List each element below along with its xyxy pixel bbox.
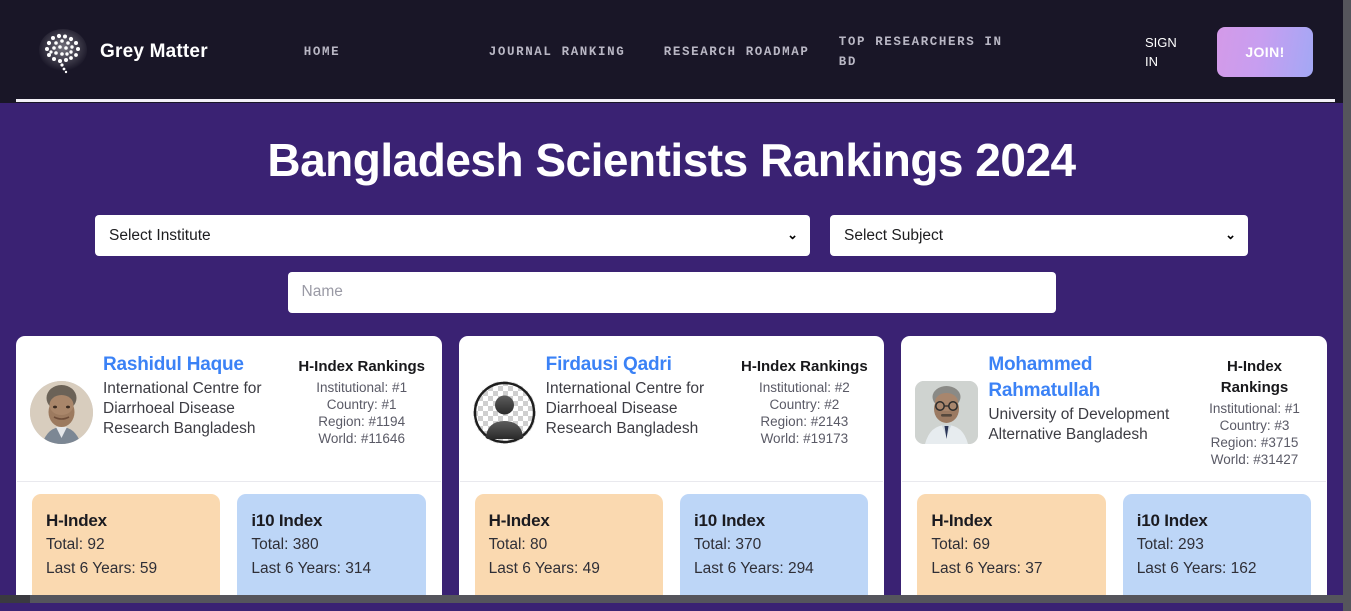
i10-index-last6: Last 6 Years: 314 [251, 559, 372, 577]
ranking-institutional: Institutional: #1 [316, 379, 408, 395]
h-index-stat-box: H-Index Total: 69 Last 6 Years: 37 [917, 493, 1106, 603]
institute-select-wrapper: Select Institute ⌄ [95, 214, 810, 256]
h-index-title: H-Index [46, 510, 107, 530]
horizontal-scrollbar-thumb[interactable] [0, 595, 30, 603]
h-index-rankings: H-Index Rankings Institutional: #1 Count… [296, 350, 428, 447]
person-name-link[interactable]: Mohammed Rahmatullah [988, 352, 1186, 404]
ranking-world: World: #31427 [1210, 451, 1299, 467]
scientist-card[interactable]: Firdausi Qadri International Centre for … [458, 335, 885, 603]
navbar: Grey Matter HOME JOURNAL RANKING RESEARC… [0, 0, 1343, 103]
card-header: Rashidul Haque International Centre for … [16, 336, 442, 481]
person-info: Firdausi Qadri International Centre for … [546, 350, 729, 439]
placeholder-avatar [472, 380, 536, 444]
brand-name: Grey Matter [100, 40, 208, 62]
ranking-region: Region: #2143 [760, 413, 849, 429]
rankings-title: H-Index Rankings [741, 357, 868, 375]
photo-avatar [30, 380, 93, 444]
i10-index-last6: Last 6 Years: 294 [694, 559, 814, 577]
scientist-card[interactable]: Mohammed Rahmatullah University of Devel… [901, 335, 1328, 603]
person-name-link[interactable]: Firdausi Qadri [546, 352, 729, 378]
person-name-link[interactable]: Rashidul Haque [103, 352, 286, 378]
person-info: Rashidul Haque International Centre for … [103, 350, 286, 439]
h-index-last6: Last 6 Years: 59 [46, 559, 158, 577]
i10-index-total: Total: 293 [1136, 535, 1204, 553]
rankings-title: H-Index Rankings [298, 357, 426, 375]
horizontal-scrollbar[interactable] [0, 595, 1343, 603]
scientist-card-list: Rashidul Haque International Centre for … [0, 313, 1343, 603]
join-button[interactable]: JOIN! [1217, 26, 1313, 77]
ranking-country: Country: #2 [769, 396, 840, 412]
card-header: Mohammed Rahmatullah University of Devel… [901, 336, 1327, 481]
person-affiliation: International Centre for Diarrhoeal Dise… [545, 379, 705, 437]
person-affiliation: University of Development Alternative Ba… [988, 405, 1170, 443]
nav-right-actions: SIGN IN JOIN! [1145, 26, 1343, 77]
nav-item-top-researchers-in-bd[interactable]: TOP RESEARCHERS IN BD [839, 32, 1024, 72]
person-affiliation: International Centre for Diarrhoeal Dise… [103, 379, 262, 437]
nav-links: HOME JOURNAL RANKING RESEARCH ROADMAP TO… [208, 32, 1145, 72]
h-index-rankings: H-Index Rankings Institutional: #1 Count… [1196, 350, 1313, 468]
h-index-stat-box: H-Index Total: 92 Last 6 Years: 59 [32, 493, 221, 603]
scientist-card[interactable]: Rashidul Haque International Centre for … [16, 335, 442, 603]
i10-index-stat-box: i10 Index Total: 293 Last 6 Years: 162 [1122, 493, 1312, 603]
photo-avatar [915, 380, 979, 444]
i10-index-title: i10 Index [251, 510, 323, 530]
person-info: Mohammed Rahmatullah University of Devel… [988, 350, 1186, 445]
h-index-total: Total: 69 [931, 535, 990, 553]
ranking-country: Country: #1 [326, 396, 397, 412]
page-title: Bangladesh Scientists Rankings 2024 [267, 134, 1076, 186]
i10-index-title: i10 Index [1136, 510, 1208, 530]
sign-in-link[interactable]: SIGN IN [1145, 33, 1187, 71]
ranking-region: Region: #3715 [1210, 434, 1299, 450]
ranking-world: World: #11646 [318, 430, 405, 446]
card-header: Firdausi Qadri International Centre for … [459, 336, 885, 481]
subject-select-wrapper: Select Subject ⌄ [830, 214, 1248, 256]
ranking-region: Region: #1194 [318, 413, 406, 429]
institute-select[interactable]: Select Institute [95, 214, 810, 256]
brain-icon [38, 28, 90, 76]
name-input[interactable] [287, 271, 1056, 313]
nav-item-journal-ranking[interactable]: JOURNAL RANKING [489, 42, 664, 62]
i10-index-last6: Last 6 Years: 162 [1136, 559, 1257, 577]
brand-logo-link[interactable]: Grey Matter [38, 28, 208, 76]
navbar-underline [16, 99, 1335, 102]
i10-index-total: Total: 370 [694, 535, 762, 553]
subject-select[interactable]: Select Subject [830, 214, 1248, 256]
ranking-country: Country: #3 [1219, 417, 1290, 433]
ranking-institutional: Institutional: #2 [758, 379, 850, 395]
card-stats: H-Index Total: 69 Last 6 Years: 37 i10 I… [901, 482, 1327, 603]
i10-index-total: Total: 380 [251, 535, 319, 553]
h-index-last6: Last 6 Years: 49 [488, 559, 600, 577]
filter-row: Select Institute ⌄ Select Subject ⌄ [0, 214, 1343, 256]
name-search-row [0, 271, 1343, 313]
h-index-total: Total: 92 [46, 535, 105, 553]
i10-index-title: i10 Index [694, 510, 765, 530]
h-index-title: H-Index [931, 510, 993, 530]
h-index-title: H-Index [488, 510, 550, 530]
nav-item-home[interactable]: HOME [304, 42, 489, 62]
vertical-scrollbar[interactable] [1343, 0, 1351, 611]
rankings-title: H-Index Rankings [1220, 357, 1289, 396]
card-stats: H-Index Total: 92 Last 6 Years: 59 i10 I… [16, 482, 442, 603]
ranking-world: World: #19173 [760, 430, 849, 446]
h-index-last6: Last 6 Years: 37 [931, 559, 1043, 577]
page-root: Grey Matter HOME JOURNAL RANKING RESEARC… [0, 0, 1343, 603]
nav-item-research-roadmap[interactable]: RESEARCH ROADMAP [664, 42, 839, 62]
h-index-stat-box: H-Index Total: 80 Last 6 Years: 49 [474, 493, 664, 603]
h-index-total: Total: 80 [488, 535, 548, 553]
card-stats: H-Index Total: 80 Last 6 Years: 49 i10 I… [459, 482, 885, 603]
i10-index-stat-box: i10 Index Total: 380 Last 6 Years: 314 [237, 493, 426, 603]
i10-index-stat-box: i10 Index Total: 370 Last 6 Years: 294 [680, 493, 869, 603]
ranking-institutional: Institutional: #1 [1209, 400, 1300, 416]
h-index-rankings: H-Index Rankings Institutional: #2 Count… [738, 350, 870, 447]
